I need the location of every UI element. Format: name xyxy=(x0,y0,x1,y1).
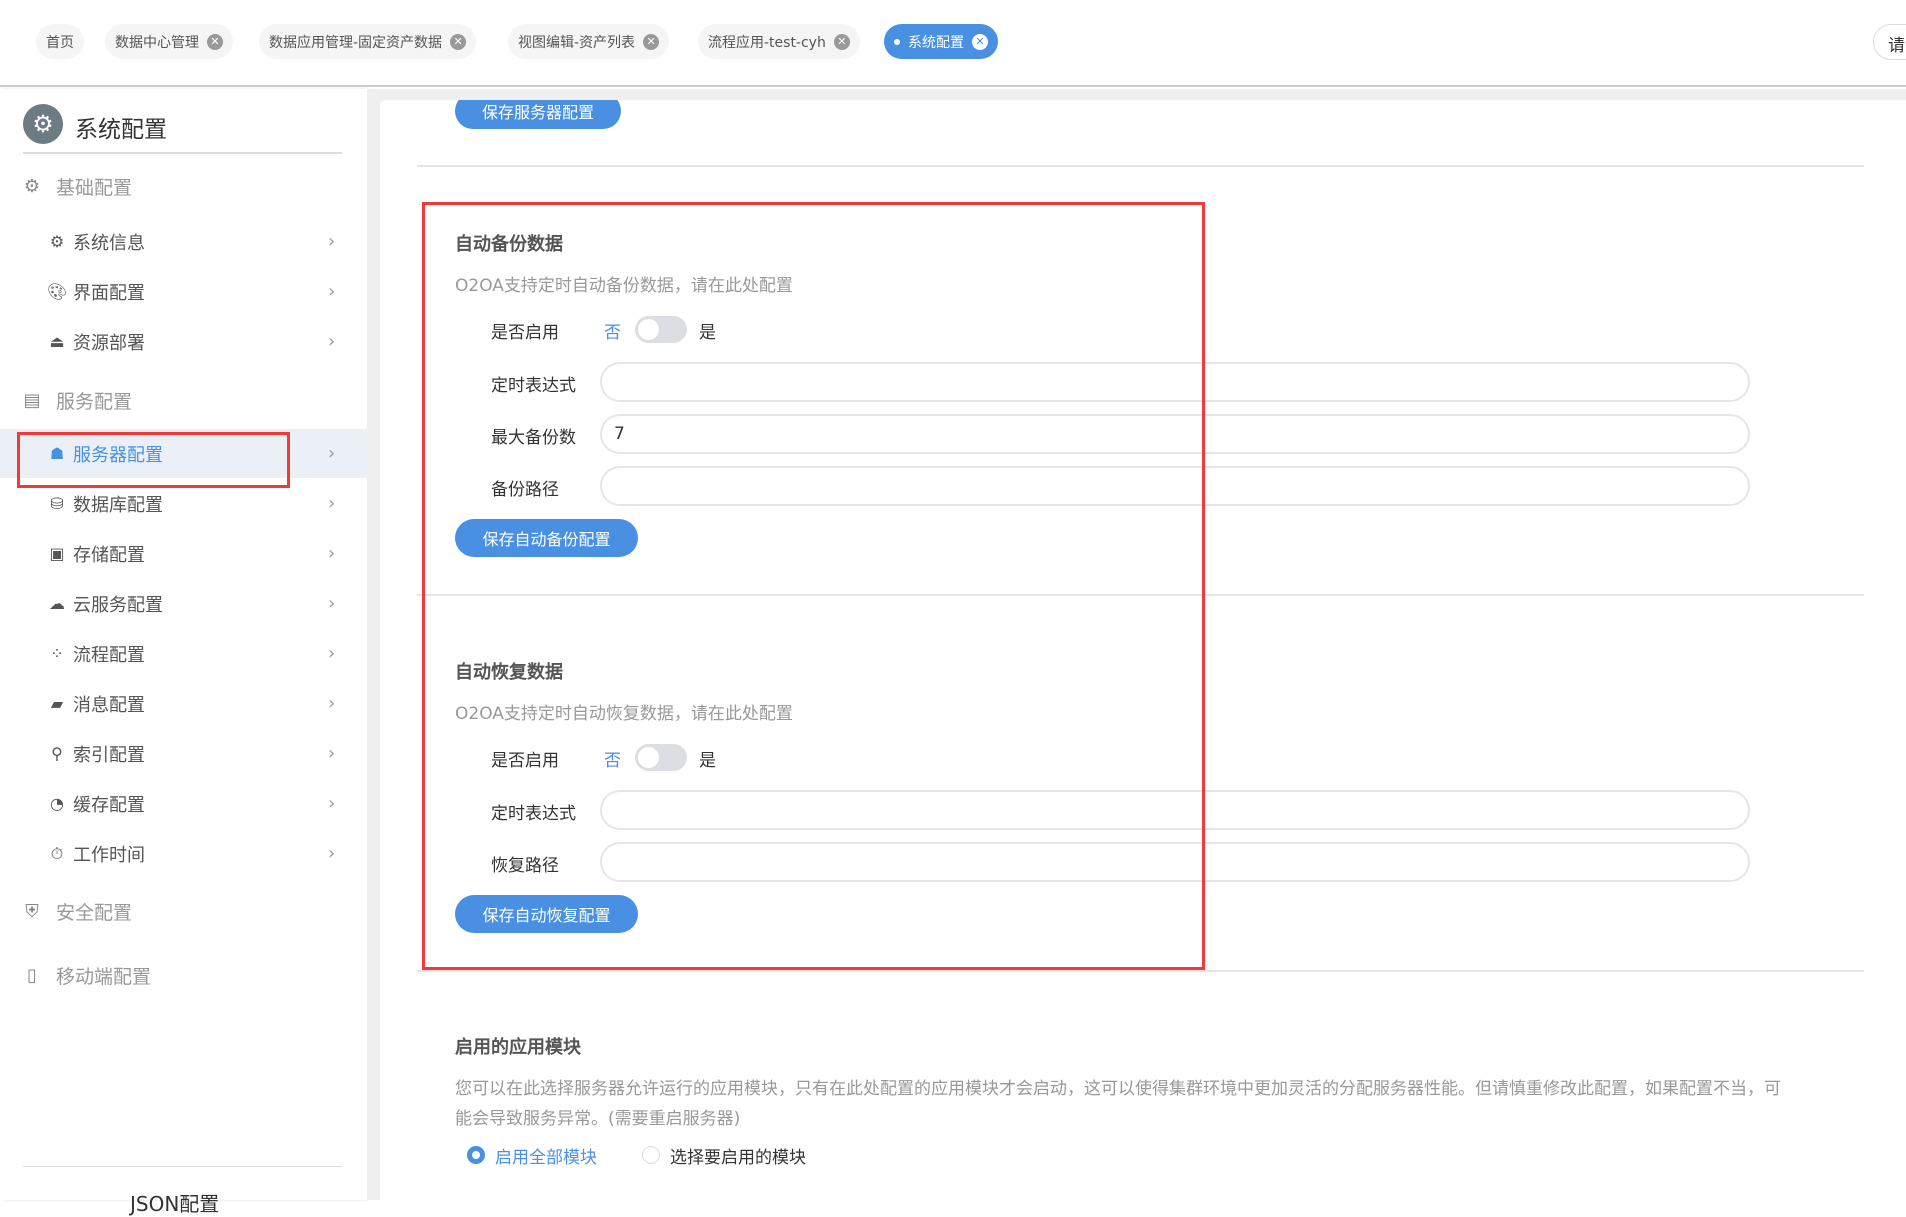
item-label: 云服务配置 xyxy=(73,594,163,616)
item-label: 系统信息 xyxy=(73,232,145,254)
item-label: 数据库配置 xyxy=(73,494,163,516)
sidebar-item-ui[interactable]: 🎨︎ 界面配置 › xyxy=(0,267,367,316)
tab-flow-app[interactable]: 流程应用-test-cyh ✕ xyxy=(698,24,860,59)
chevron-right-icon: › xyxy=(328,543,336,564)
item-label: 资源部署 xyxy=(73,332,145,354)
gear-icon: ⚙ xyxy=(23,104,63,144)
radio-select-label[interactable]: 选择要启用的模块 xyxy=(670,1143,806,1168)
radio-select-modules[interactable] xyxy=(642,1146,660,1164)
pie-icon: ◔ xyxy=(50,794,64,813)
chevron-right-icon: › xyxy=(328,493,336,514)
tab-label: 首页 xyxy=(46,34,74,51)
group-label: 基础配置 xyxy=(56,177,133,199)
item-label: 工作时间 xyxy=(73,844,145,866)
stopwatch-icon: ⏱ xyxy=(50,843,64,863)
divider xyxy=(23,152,342,154)
cloud-icon: ☁ xyxy=(49,594,65,613)
modules-desc-line1: 您可以在此选择服务器允许运行的应用模块，只有在此处配置的应用模块才会启动，这可以… xyxy=(455,1079,1781,1099)
item-label: 界面配置 xyxy=(73,282,145,304)
close-icon[interactable]: ✕ xyxy=(450,33,467,50)
json-config-link[interactable]: JSON配置 xyxy=(130,1188,219,1217)
shield-icon: ⛨ xyxy=(25,901,39,922)
tab-label: 系统配置 xyxy=(908,34,964,51)
item-label: 缓存配置 xyxy=(73,794,145,816)
chevron-right-icon: › xyxy=(328,793,336,814)
server-icon: ▤ xyxy=(23,390,41,411)
close-icon[interactable]: ✕ xyxy=(207,33,223,50)
sidebar-item-deploy[interactable]: ⏏ 资源部署 › xyxy=(0,317,367,366)
tab-bar: 首页 数据中心管理 ✕ 数据应用管理-固定资产数据 ✕ 视图编辑-资产列表 ✕ 流程应… xyxy=(0,0,1906,87)
search-input[interactable]: 请 xyxy=(1873,24,1906,60)
group-label: 服务配置 xyxy=(56,391,133,413)
close-icon[interactable]: ✕ xyxy=(972,33,988,50)
upload-icon: ⏏ xyxy=(49,332,65,351)
database-icon: ⛁ xyxy=(50,494,64,513)
tab-data-center[interactable]: 数据中心管理 ✕ xyxy=(105,24,233,59)
sidebar-group-security[interactable]: ⛨ 安全配置 xyxy=(22,898,132,925)
tab-label: 视图编辑-资产列表 xyxy=(518,34,636,51)
sidebar-group-basic[interactable]: ⚙ 基础配置 xyxy=(22,173,132,200)
chevron-right-icon: › xyxy=(328,743,336,764)
flow-icon: ⁘ xyxy=(50,644,64,663)
tab-label: 数据中心管理 xyxy=(115,34,199,51)
radio-all-modules[interactable] xyxy=(467,1146,485,1164)
message-icon: ▰ xyxy=(50,694,64,713)
tab-label: 流程应用-test-cyh xyxy=(708,34,826,51)
gear-icon: ⚙ xyxy=(49,232,65,251)
radio-all-label[interactable]: 启用全部模块 xyxy=(495,1143,597,1168)
chevron-right-icon: › xyxy=(328,443,336,464)
close-icon[interactable]: ✕ xyxy=(833,33,850,50)
archive-icon: ▣ xyxy=(49,544,65,563)
divider xyxy=(23,1166,342,1167)
tab-label: 数据应用管理-固定资产数据 xyxy=(269,34,443,51)
chevron-right-icon: › xyxy=(328,593,336,614)
highlight-box xyxy=(422,202,1205,970)
item-label: 流程配置 xyxy=(73,644,145,666)
sidebar-item-index[interactable]: ⚲ 索引配置 › xyxy=(0,729,367,778)
tab-view-edit[interactable]: 视图编辑-资产列表 ✕ xyxy=(508,24,670,59)
chevron-right-icon: › xyxy=(328,643,336,664)
sidebar-group-mobile[interactable]: ▯ 移动端配置 xyxy=(22,962,151,989)
sidebar-group-service[interactable]: ▤ 服务配置 xyxy=(22,387,132,414)
search-placeholder: 请 xyxy=(1888,36,1905,56)
item-label: 存储配置 xyxy=(73,544,145,566)
divider xyxy=(417,970,1864,972)
sidebar-item-cloud[interactable]: ☁ 云服务配置 › xyxy=(0,579,367,628)
sidebar-item-cache[interactable]: ◔ 缓存配置 › xyxy=(0,779,367,828)
divider xyxy=(417,165,1864,167)
sidebar-item-worktime[interactable]: ⏱ 工作时间 › xyxy=(0,829,367,878)
tab-home[interactable]: 首页 xyxy=(36,24,84,59)
chevron-right-icon: › xyxy=(328,281,336,302)
item-label: 索引配置 xyxy=(73,744,145,766)
sidebar-title: 系统配置 xyxy=(75,117,167,143)
group-label: 安全配置 xyxy=(56,902,133,924)
sidebar-item-flow[interactable]: ⁘ 流程配置 › xyxy=(0,629,367,678)
sidebar-item-system-info[interactable]: ⚙ 系统信息 › xyxy=(0,217,367,266)
gear-icon: ⚙ xyxy=(23,176,41,197)
close-icon[interactable]: ✕ xyxy=(643,33,660,50)
tab-data-app[interactable]: 数据应用管理-固定资产数据 ✕ xyxy=(259,24,477,59)
sidebar-item-database[interactable]: ⛁ 数据库配置 › xyxy=(0,479,367,528)
modules-desc-line2: 能会导致服务异常。(需要重启服务器) xyxy=(455,1109,741,1129)
sidebar-item-storage[interactable]: ▣ 存储配置 › xyxy=(0,529,367,578)
palette-icon: 🎨︎ xyxy=(47,282,68,301)
tab-system-config[interactable]: 系统配置 ✕ xyxy=(884,24,998,59)
chevron-right-icon: › xyxy=(328,843,336,864)
mobile-icon: ▯ xyxy=(27,965,37,986)
sidebar-item-message[interactable]: ▰ 消息配置 › xyxy=(0,679,367,728)
group-label: 移动端配置 xyxy=(56,966,152,988)
search-icon: ⚲ xyxy=(51,744,63,763)
chevron-right-icon: › xyxy=(328,231,336,252)
item-label: 消息配置 xyxy=(73,694,145,716)
chevron-right-icon: › xyxy=(328,331,336,352)
chevron-right-icon: › xyxy=(328,693,336,714)
modules-title: 启用的应用模块 xyxy=(455,1037,581,1058)
active-dot-icon xyxy=(894,38,900,45)
